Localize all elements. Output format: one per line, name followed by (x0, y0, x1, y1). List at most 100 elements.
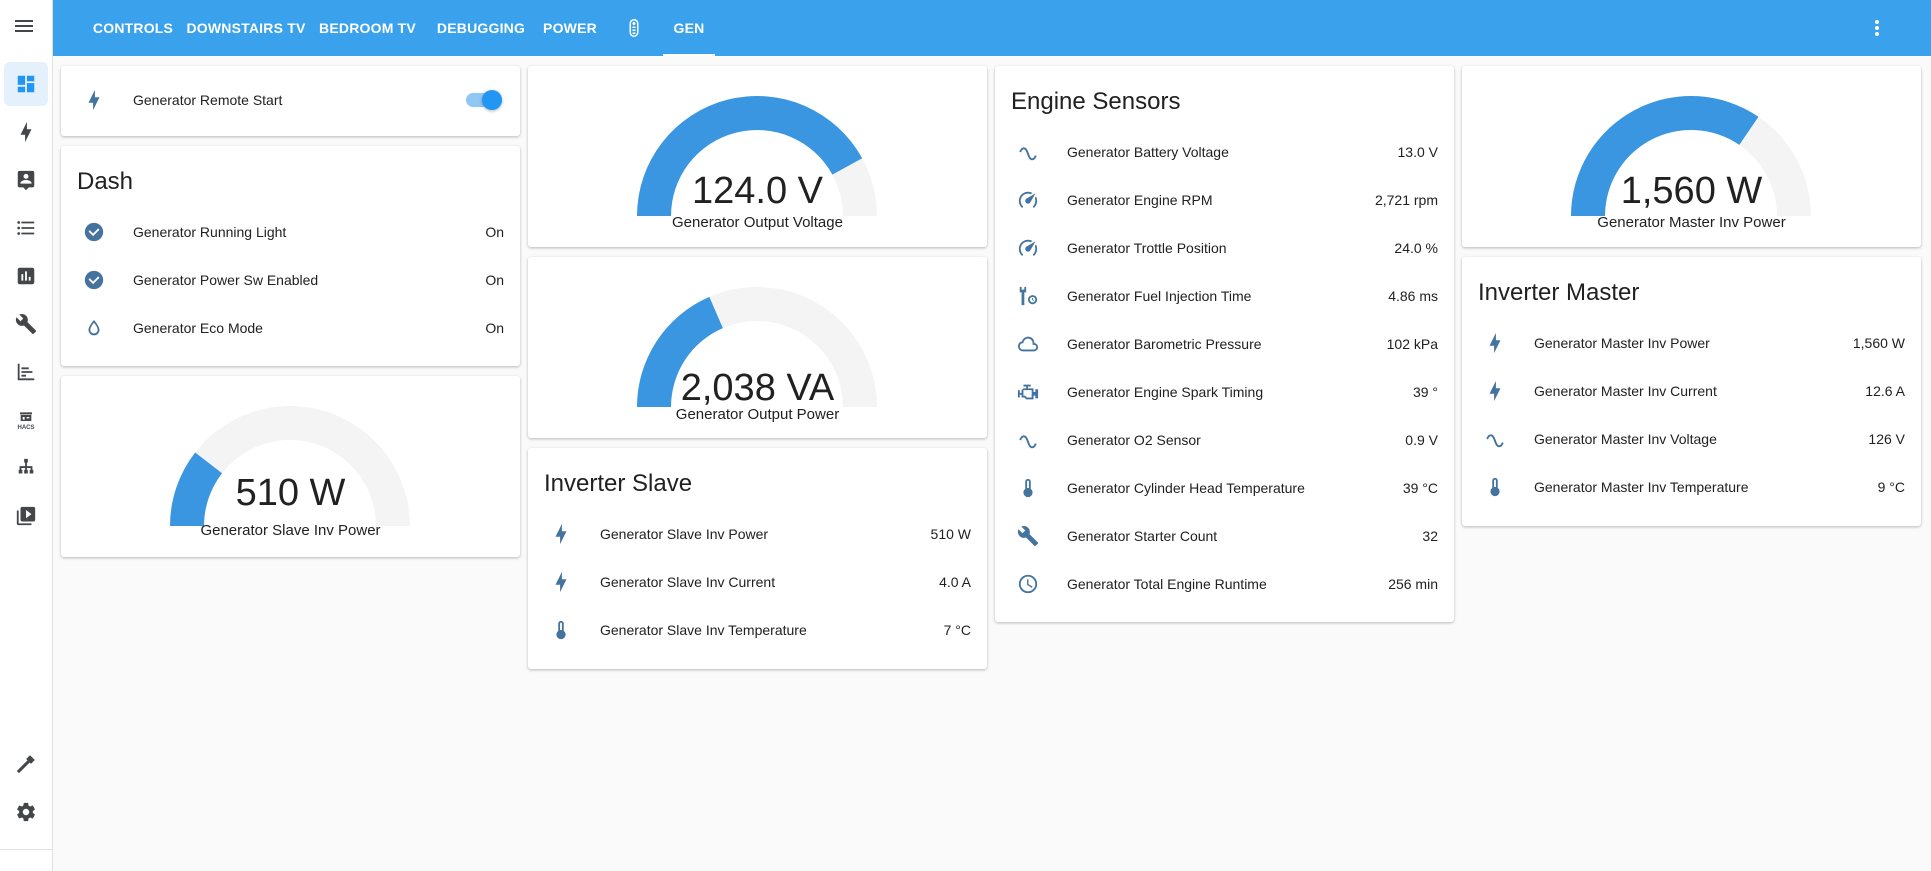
remote-start-row: Generator Remote Start (61, 76, 520, 124)
row-label: Generator Total Engine Runtime (1067, 576, 1267, 592)
row-label: Generator Slave Inv Temperature (600, 622, 807, 638)
remote-icon (629, 19, 639, 37)
engine-row-runtime[interactable]: Generator Total Engine Runtime 256 min (995, 560, 1454, 608)
flash-icon (82, 88, 106, 112)
master-row-voltage[interactable]: Generator Master Inv Voltage 126 V (1462, 415, 1921, 463)
dash-row-power-sw[interactable]: Generator Power Sw Enabled On (61, 256, 520, 304)
gauge-name: Generator Master Inv Power (1597, 214, 1786, 231)
sine-wave-icon (1016, 140, 1040, 164)
sidebar-item-dashboard[interactable] (4, 62, 48, 106)
sidebar-item-hacs[interactable]: HACS (4, 398, 48, 442)
row-value: 32 (1422, 528, 1438, 544)
sidebar-item-developer-tools[interactable] (4, 742, 48, 786)
sine-wave-icon (1483, 427, 1507, 451)
engine-row-spark-timing[interactable]: Generator Engine Spark Timing 39 ° (995, 368, 1454, 416)
tab-power[interactable]: POWER (535, 0, 605, 56)
sidebar-item-chart[interactable] (4, 350, 48, 394)
sidebar-item-map[interactable] (4, 158, 48, 202)
engine-row-barometric[interactable]: Generator Barometric Pressure 102 kPa (995, 320, 1454, 368)
row-label: Generator Master Inv Current (1534, 383, 1717, 399)
engine-row-rpm[interactable]: Generator Engine RPM 2,721 rpm (995, 176, 1454, 224)
engine-row-starter-count[interactable]: Generator Starter Count 32 (995, 512, 1454, 560)
gauge-name: Generator Output Voltage (672, 214, 843, 231)
slave-row-temperature[interactable]: Generator Slave Inv Temperature 7 °C (528, 606, 987, 654)
sidebar-item-logbook[interactable] (4, 206, 48, 250)
sidebar-item-network[interactable] (4, 446, 48, 490)
sidebar-item-media[interactable] (4, 494, 48, 538)
tab-bedroom-tv[interactable]: BEDROOM TV (314, 0, 421, 56)
remote-start-label: Generator Remote Start (133, 92, 283, 108)
gauge-card-output-voltage[interactable]: 124.0 V Generator Output Voltage (528, 66, 987, 247)
wrench-clock-icon (1016, 284, 1040, 308)
row-value: 13.0 V (1397, 144, 1438, 160)
dash-card: Dash Generator Running Light On Generato… (61, 146, 520, 366)
sine-wave-icon (1016, 428, 1040, 452)
row-value: 12.6 A (1865, 383, 1905, 399)
gauge-value: 124.0 V (692, 170, 823, 212)
water-drop-icon (82, 316, 106, 340)
menu-icon[interactable] (12, 14, 36, 38)
logbook-icon (17, 221, 35, 235)
row-value: 126 V (1868, 431, 1905, 447)
tab-debugging[interactable]: DEBUGGING (431, 0, 531, 56)
speedometer-icon (1016, 236, 1040, 260)
gauge-value: 510 W (235, 472, 346, 514)
gauge-card-output-power[interactable]: 2,038 VA Generator Output Power (528, 257, 987, 438)
row-value: 39 ° (1412, 384, 1438, 400)
more-options-icon[interactable] (1865, 16, 1889, 40)
tab-remote[interactable] (609, 0, 659, 56)
row-value: 0.9 V (1405, 432, 1438, 448)
tab-downstairs-tv[interactable]: DOWNSTAIRS TV (181, 0, 311, 56)
slave-row-power[interactable]: Generator Slave Inv Power 510 W (528, 510, 987, 558)
row-label: Generator Running Light (133, 224, 287, 240)
wrench-icon (1016, 524, 1040, 548)
row-label: Generator Power Sw Enabled (133, 272, 319, 288)
sidebar-item-energy[interactable] (4, 110, 48, 154)
row-value: 4.0 A (939, 574, 971, 590)
sidebar-item-tools[interactable] (4, 302, 48, 346)
dash-row-running-light[interactable]: Generator Running Light On (61, 208, 520, 256)
row-label: Generator Master Inv Power (1534, 335, 1710, 351)
row-value: 256 min (1388, 576, 1438, 592)
flash-icon (549, 570, 573, 594)
master-row-current[interactable]: Generator Master Inv Current 12.6 A (1462, 367, 1921, 415)
engine-row-battery-voltage[interactable]: Generator Battery Voltage 13.0 V (995, 128, 1454, 176)
gauge-card-master-power[interactable]: 1,560 W Generator Master Inv Power (1462, 66, 1921, 247)
row-label: Generator Slave Inv Power (600, 526, 769, 542)
engine-row-cylinder-temp[interactable]: Generator Cylinder Head Temperature 39 °… (995, 464, 1454, 512)
dash-row-eco-mode[interactable]: Generator Eco Mode On (61, 304, 520, 352)
engine-row-o2-sensor[interactable]: Generator O2 Sensor 0.9 V (995, 416, 1454, 464)
hammer-icon (16, 755, 35, 774)
row-label: Generator Eco Mode (133, 320, 263, 336)
gauge-name: Generator Output Power (675, 406, 840, 423)
check-circle-icon (82, 268, 106, 292)
engine-sensors-card: Engine Sensors Generator Battery Voltage… (995, 66, 1454, 622)
inverter-master-title: Inverter Master (1478, 279, 1640, 306)
row-label: Generator Barometric Pressure (1067, 336, 1262, 352)
row-value: 7 °C (943, 622, 971, 638)
network-icon (18, 458, 34, 474)
slave-row-current[interactable]: Generator Slave Inv Current 4.0 A (528, 558, 987, 606)
tab-gen[interactable]: GEN (663, 0, 715, 56)
engine-row-throttle[interactable]: Generator Trottle Position 24.0 % (995, 224, 1454, 272)
energy-icon (20, 121, 32, 143)
remote-start-card: Generator Remote Start (61, 66, 520, 136)
gauge-card-slave-power[interactable]: 510 W Generator Slave Inv Power (61, 376, 520, 557)
master-row-temperature[interactable]: Generator Master Inv Temperature 9 °C (1462, 463, 1921, 511)
master-row-power[interactable]: Generator Master Inv Power 1,560 W (1462, 319, 1921, 367)
row-label: Generator O2 Sensor (1067, 432, 1201, 448)
row-label: Generator Cylinder Head Temperature (1067, 480, 1305, 496)
flash-icon (549, 522, 573, 546)
wrench-icon (15, 314, 37, 335)
sidebar: HACS (0, 0, 53, 871)
inverter-master-card: Inverter Master Generator Master Inv Pow… (1462, 257, 1921, 526)
row-label: Generator Master Inv Temperature (1534, 479, 1749, 495)
hacs-icon (20, 411, 32, 421)
tab-controls[interactable]: CONTROLS (83, 0, 183, 56)
sidebar-item-history[interactable] (4, 254, 48, 298)
media-icon (16, 506, 36, 526)
engine-row-fuel-injection[interactable]: Generator Fuel Injection Time 4.86 ms (995, 272, 1454, 320)
remote-start-toggle[interactable] (464, 88, 504, 112)
row-value: On (485, 320, 504, 336)
sidebar-item-settings[interactable] (4, 790, 48, 834)
